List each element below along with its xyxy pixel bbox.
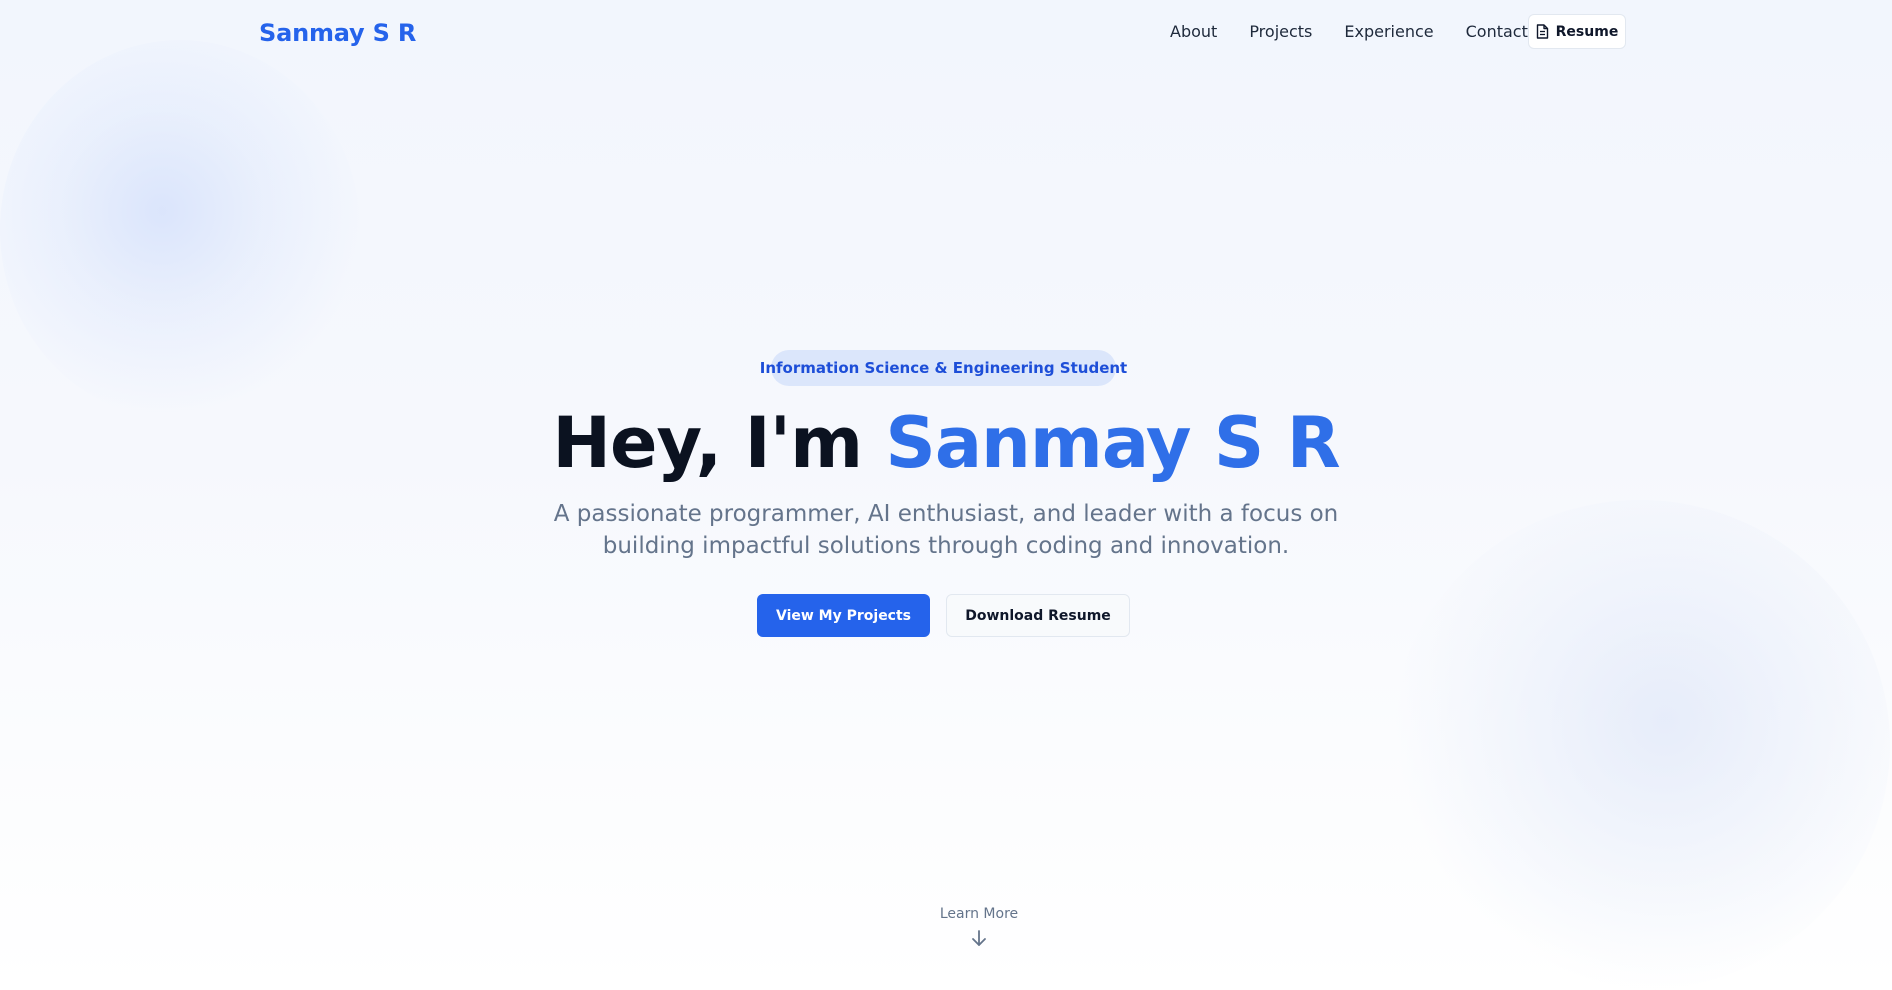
- role-badge: Information Science & Engineering Studen…: [760, 350, 1127, 386]
- nav-link-projects[interactable]: Projects: [1249, 20, 1312, 44]
- nav-link-contact[interactable]: Contact: [1466, 20, 1528, 44]
- learn-more-label: Learn More: [939, 906, 1019, 922]
- background-glow-left: [0, 40, 360, 420]
- site-header: Sanmay S R About Projects Experience Con…: [0, 0, 1892, 66]
- resume-button[interactable]: Resume: [1528, 14, 1626, 49]
- hero-title-name: Sanmay S R: [885, 402, 1340, 484]
- document-icon: [1536, 24, 1549, 39]
- nav-link-experience[interactable]: Experience: [1344, 20, 1433, 44]
- hero-title-prefix: Hey, I'm: [552, 402, 886, 484]
- resume-button-label: Resume: [1555, 23, 1619, 40]
- site-logo[interactable]: Sanmay S R: [259, 17, 416, 49]
- download-resume-button[interactable]: Download Resume: [946, 594, 1130, 637]
- background-glow-right: [1390, 500, 1890, 990]
- view-projects-button[interactable]: View My Projects: [757, 594, 930, 637]
- hero-title: Hey, I'm Sanmay S R: [0, 400, 1892, 486]
- nav-link-about[interactable]: About: [1170, 20, 1217, 44]
- hero-subtitle: A passionate programmer, AI enthusiast, …: [553, 501, 1339, 559]
- main-nav: About Projects Experience Contact: [1170, 20, 1560, 44]
- arrow-down-icon: [970, 929, 988, 947]
- learn-more-link[interactable]: Learn More: [896, 905, 1062, 955]
